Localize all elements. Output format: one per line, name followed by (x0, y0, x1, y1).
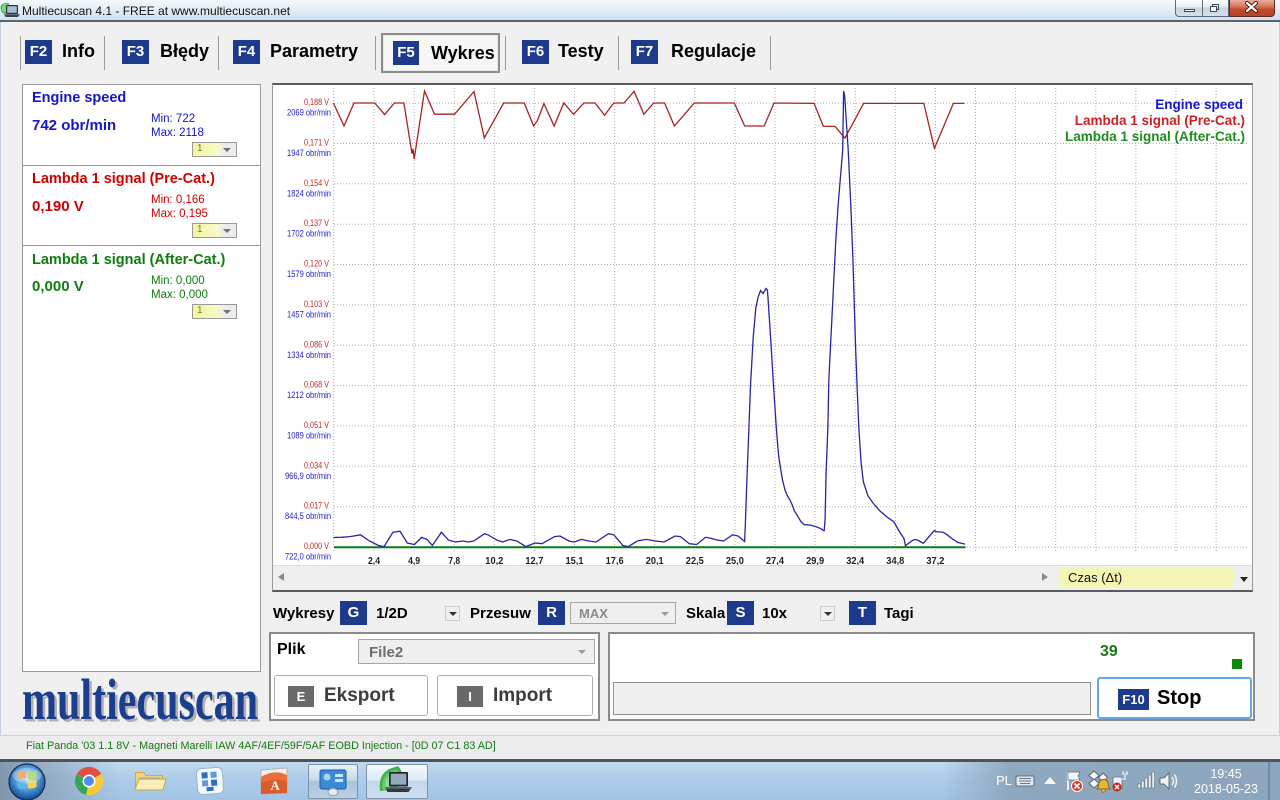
svg-text:0,017 V: 0,017 V (304, 501, 330, 512)
svg-text:1947 obr/min: 1947 obr/min (287, 148, 331, 159)
svg-text:0,068 V: 0,068 V (304, 380, 330, 391)
svg-text:1212 obr/min: 1212 obr/min (287, 390, 331, 401)
svg-text:0,051 V: 0,051 V (304, 420, 330, 431)
svg-text:multiecuscan: multiecuscan (22, 672, 258, 728)
svg-text:0,120 V: 0,120 V (304, 259, 330, 270)
svg-text:A: A (270, 778, 280, 793)
svg-text:2018-05-23: 2018-05-23 (1194, 782, 1258, 796)
svg-text:Lambda 1 signal (Pre-Cat.): Lambda 1 signal (Pre-Cat.) (1075, 113, 1245, 128)
svg-text:19:45: 19:45 (1210, 767, 1241, 781)
svg-text:1334 obr/min: 1334 obr/min (287, 350, 331, 361)
svg-text:PL: PL (996, 773, 1012, 788)
svg-text:0,154 V: 0,154 V (304, 178, 330, 189)
svg-text:2069 obr/min: 2069 obr/min (287, 108, 331, 119)
svg-text:0,086 V: 0,086 V (304, 339, 330, 350)
svg-text:Engine speed: Engine speed (1155, 97, 1243, 112)
svg-text:0,188 V: 0,188 V (304, 97, 330, 108)
svg-text:0,171 V: 0,171 V (304, 138, 330, 149)
svg-text:0,103 V: 0,103 V (304, 299, 330, 310)
svg-text:0,000 V: 0,000 V (304, 541, 330, 552)
svg-text:1579 obr/min: 1579 obr/min (287, 269, 331, 280)
svg-text:1457 obr/min: 1457 obr/min (287, 309, 331, 320)
svg-text:1702 obr/min: 1702 obr/min (287, 229, 331, 240)
svg-text:0,137 V: 0,137 V (304, 218, 330, 229)
svg-text:1089 obr/min: 1089 obr/min (287, 431, 331, 442)
svg-text:Lambda 1 signal (After-Cat.): Lambda 1 signal (After-Cat.) (1065, 129, 1245, 144)
svg-text:1824 obr/min: 1824 obr/min (287, 188, 331, 199)
svg-text:722,0 obr/min: 722,0 obr/min (285, 552, 331, 563)
svg-text:966,9 obr/min: 966,9 obr/min (285, 471, 331, 482)
svg-text:844,5 obr/min: 844,5 obr/min (285, 511, 331, 522)
svg-text:0,034 V: 0,034 V (304, 460, 330, 471)
